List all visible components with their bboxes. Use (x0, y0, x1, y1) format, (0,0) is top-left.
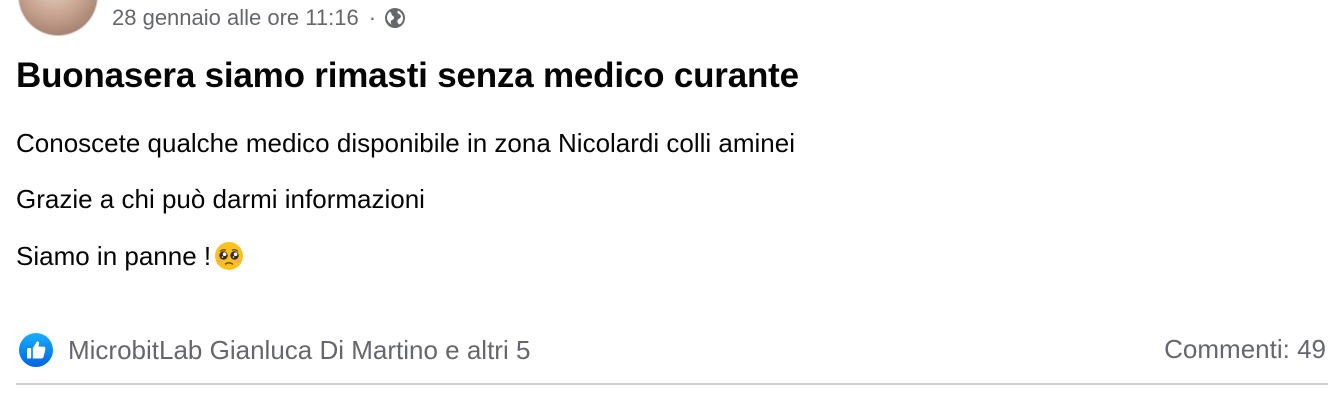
comments-count-link[interactable]: Commenti: 49 (1164, 334, 1326, 365)
post-meta: 28 gennaio alle ore 11:16 · (112, 4, 406, 32)
post-text-line: Grazie a chi può darmi informazioni (16, 184, 425, 214)
reactions-summary[interactable]: MicrobitLab Gianluca Di Martino e altri … (18, 332, 530, 368)
post-text: Siamo in panne ! (16, 240, 212, 271)
globe-icon[interactable] (384, 7, 406, 29)
post-timestamp[interactable]: 28 gennaio alle ore 11:16 (112, 5, 359, 31)
like-icon (18, 332, 54, 368)
meta-separator: · (368, 5, 377, 30)
pleading-face-emoji-icon (213, 240, 245, 272)
post-text-line-with-emoji: Siamo in panne ! (16, 240, 245, 272)
post-title: Buonasera siamo rimasti senza medico cur… (16, 56, 799, 95)
divider (16, 383, 1328, 385)
post-text-line: Conoscete qualche medico disponibile in … (16, 128, 795, 158)
avatar[interactable] (18, 0, 98, 36)
reactions-text[interactable]: MicrobitLab Gianluca Di Martino e altri … (68, 335, 530, 366)
